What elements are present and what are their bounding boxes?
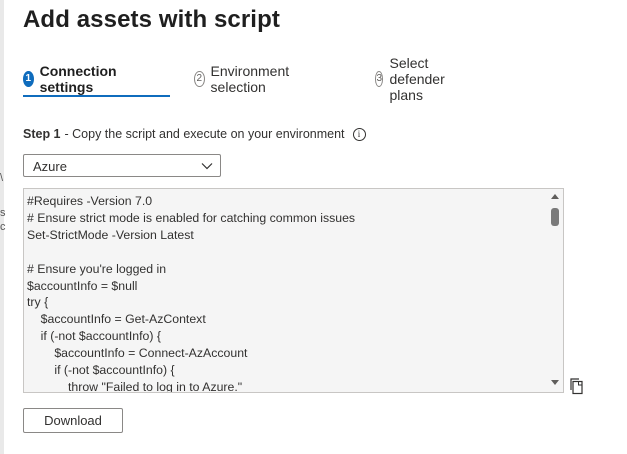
- environment-dropdown[interactable]: Azure: [23, 154, 221, 177]
- download-button[interactable]: Download: [23, 408, 123, 433]
- script-content: #Requires -Version 7.0 # Ensure strict m…: [27, 194, 356, 393]
- step-instruction: Step 1 - Copy the script and execute on …: [23, 127, 366, 141]
- left-panel-edge-glyph: s: [0, 207, 6, 219]
- step-connection-settings[interactable]: 1 Connection settings: [23, 63, 122, 95]
- left-panel-edge-glyph: \: [0, 172, 4, 184]
- info-icon[interactable]: i: [352, 127, 366, 141]
- scroll-down-arrow-icon[interactable]: [551, 380, 559, 385]
- left-panel-edge-glyph: c: [0, 221, 6, 233]
- script-textarea[interactable]: #Requires -Version 7.0 # Ensure strict m…: [23, 188, 564, 393]
- step-number: 2: [194, 71, 205, 87]
- scrollbar-thumb[interactable]: [551, 208, 559, 226]
- step-label: Select defender plans: [389, 55, 445, 103]
- step-label: Environment selection: [210, 63, 290, 95]
- step-instruction-text: - Copy the script and execute on your en…: [64, 127, 345, 141]
- step-select-defender-plans[interactable]: 3 Select defender plans: [375, 55, 452, 103]
- script-scrollbar[interactable]: [548, 189, 563, 392]
- page-title: Add assets with script: [23, 6, 280, 33]
- step-label: Connection settings: [39, 63, 117, 95]
- step-environment-selection[interactable]: 2 Environment selection: [194, 63, 295, 95]
- step-instruction-label: Step 1: [23, 127, 61, 141]
- active-step-indicator: [23, 95, 170, 97]
- copy-icon[interactable]: [568, 377, 586, 395]
- scroll-up-arrow-icon[interactable]: [551, 194, 559, 199]
- chevron-down-icon: [201, 163, 213, 170]
- environment-dropdown-value: Azure: [33, 159, 67, 174]
- step-number: 1: [23, 71, 34, 87]
- step-number: 3: [375, 71, 384, 87]
